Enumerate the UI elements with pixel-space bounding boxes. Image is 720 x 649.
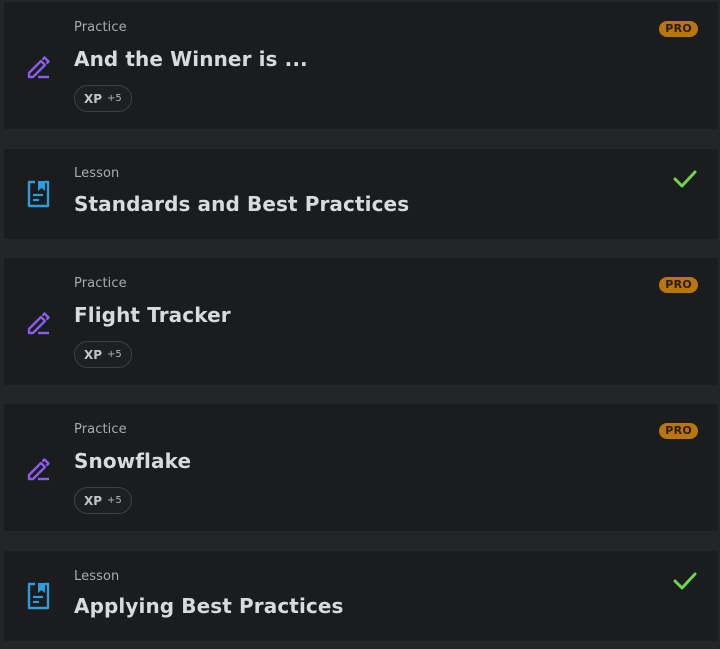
pencil-icon: [24, 454, 54, 484]
pencil-icon: [24, 308, 54, 338]
completed-check-icon: [673, 170, 697, 188]
xp-badge: XP +5: [74, 487, 132, 514]
xp-label: XP: [84, 91, 103, 106]
item-title: Applying Best Practices: [74, 594, 344, 618]
practice-card[interactable]: Practice Flight Tracker XP +5 PRO: [4, 258, 718, 385]
item-title: And the Winner is ...: [74, 47, 308, 71]
pencil-icon: [24, 52, 54, 82]
pro-badge: PRO: [659, 423, 698, 439]
item-title: Snowflake: [74, 449, 192, 473]
xp-value: +5: [107, 93, 122, 104]
xp-badge: XP +5: [74, 341, 132, 368]
lesson-card[interactable]: Lesson Standards and Best Practices: [4, 149, 718, 239]
lesson-card[interactable]: Lesson Applying Best Practices: [4, 551, 718, 641]
item-type-label: Lesson: [74, 166, 120, 181]
xp-label: XP: [84, 347, 103, 362]
item-type-label: Practice: [74, 20, 127, 35]
pro-badge: PRO: [659, 21, 698, 37]
item-title: Flight Tracker: [74, 303, 231, 327]
xp-label: XP: [84, 493, 103, 508]
xp-value: +5: [107, 495, 122, 506]
xp-value: +5: [107, 349, 122, 360]
completed-check-icon: [673, 572, 697, 590]
xp-badge: XP +5: [74, 85, 132, 112]
pro-badge: PRO: [659, 277, 698, 293]
item-type-label: Lesson: [74, 569, 120, 584]
lesson-document-icon: [24, 179, 54, 209]
item-title: Standards and Best Practices: [74, 192, 410, 216]
practice-card[interactable]: Practice And the Winner is ... XP +5 PRO: [4, 2, 718, 129]
lesson-document-icon: [24, 581, 54, 611]
item-type-label: Practice: [74, 422, 127, 437]
item-type-label: Practice: [74, 276, 127, 291]
practice-card[interactable]: Practice Snowflake XP +5 PRO: [4, 404, 718, 531]
